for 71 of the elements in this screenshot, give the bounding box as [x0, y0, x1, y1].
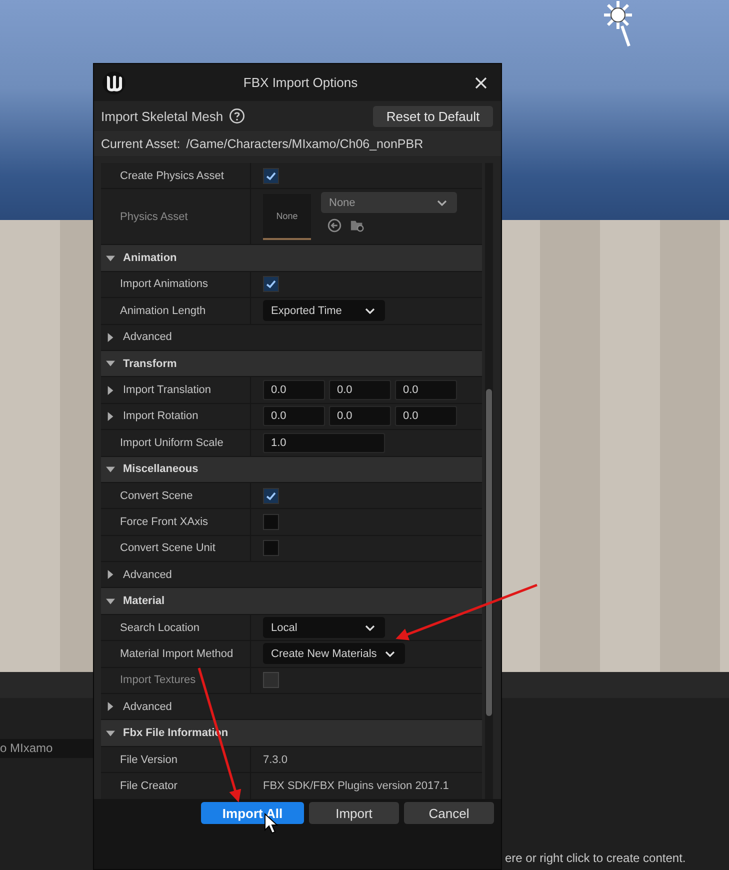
dialog-button[interactable]: Import — [309, 802, 399, 824]
property-value: FBX SDK/FBX Plugins version 2017.1 — [263, 780, 449, 792]
property-label: Import Textures — [120, 674, 196, 686]
chevron-down-icon — [365, 624, 375, 631]
number-field[interactable]: 0.0 — [263, 406, 325, 426]
checkbox[interactable] — [263, 168, 279, 184]
property-label: Material Import Method — [120, 648, 234, 660]
property-label: Physics Asset — [120, 210, 188, 223]
current-asset-label: Current Asset: — [101, 136, 180, 150]
expand-arrow-icon[interactable] — [106, 702, 115, 712]
property-label: Animation Length — [120, 304, 206, 317]
number-field[interactable]: 0.0 — [263, 380, 325, 400]
property-label: Import Uniform Scale — [120, 436, 224, 449]
group-row[interactable]: Advanced — [101, 562, 482, 588]
expand-arrow-icon[interactable] — [106, 570, 115, 580]
property-label: Search Location — [120, 622, 200, 634]
expand-arrow-icon[interactable] — [106, 728, 115, 738]
chevron-down-icon — [437, 200, 447, 206]
dropdown[interactable]: Create New Materials — [263, 643, 405, 664]
chevron-down-icon — [384, 650, 395, 657]
help-icon[interactable] — [229, 108, 246, 124]
dropdown[interactable]: Exported Time — [263, 300, 385, 322]
mesh-type-label: Import Skeletal Mesh — [101, 108, 224, 124]
property-label: Import Translation — [123, 384, 212, 396]
property-label: Force Front XAxis — [120, 516, 208, 528]
checkbox[interactable] — [263, 276, 279, 292]
folder-search-icon[interactable] — [350, 218, 365, 234]
expand-arrow-icon[interactable] — [106, 412, 115, 421]
check-icon — [265, 278, 277, 290]
property-label: File Creator — [120, 780, 178, 792]
reset-button[interactable]: Reset to Default — [373, 106, 493, 126]
number-field[interactable]: 0.0 — [395, 406, 457, 426]
hint-text: ere or right click to create content. — [505, 851, 686, 865]
dialog-button[interactable]: Cancel — [404, 802, 494, 824]
expand-arrow-icon[interactable] — [106, 359, 115, 368]
current-asset-path: /Game/Characters/MIxamo/Ch06_nonPBR — [186, 136, 424, 150]
search-field[interactable]: o MIxamo — [0, 739, 95, 758]
property-label: Import Rotation — [123, 410, 198, 422]
number-field[interactable]: 0.0 — [395, 380, 457, 400]
close-icon[interactable] — [475, 76, 487, 88]
number-field[interactable]: 1.0 — [263, 432, 385, 453]
checkbox[interactable] — [263, 514, 279, 530]
property-label: Import Animations — [120, 278, 208, 290]
chevron-down-icon — [365, 308, 375, 314]
property-label: Convert Scene — [120, 490, 193, 502]
section-header[interactable]: Material — [101, 588, 482, 615]
property-label: Convert Scene Unit — [120, 542, 216, 554]
check-icon — [265, 490, 277, 502]
checkbox[interactable] — [263, 488, 279, 504]
group-row[interactable]: Advanced — [101, 324, 482, 351]
group-row[interactable]: Advanced — [101, 694, 482, 720]
scrollbar-thumb[interactable] — [486, 389, 492, 716]
check-icon — [265, 170, 277, 182]
property-label: Create Physics Asset — [120, 170, 224, 182]
checkbox[interactable] — [263, 540, 279, 556]
property-value: 7.3.0 — [263, 754, 288, 766]
section-header[interactable]: Animation — [101, 245, 482, 272]
expand-arrow-icon[interactable] — [106, 332, 115, 342]
sun-icon — [603, 0, 633, 48]
expand-arrow-icon[interactable] — [106, 464, 115, 474]
section-header[interactable]: Transform — [101, 350, 482, 378]
section-header[interactable]: Miscellaneous — [101, 456, 482, 483]
logo-icon — [102, 70, 126, 94]
expand-arrow-icon[interactable] — [106, 386, 115, 395]
number-field[interactable]: 0.0 — [329, 380, 391, 400]
number-field[interactable]: 0.0 — [329, 406, 391, 426]
window-title: FBX Import Options — [242, 75, 359, 90]
dropdown[interactable]: Local — [263, 617, 385, 638]
property-label: File Version — [120, 754, 178, 766]
expand-arrow-icon[interactable] — [106, 596, 115, 606]
expand-arrow-icon[interactable] — [106, 254, 115, 263]
